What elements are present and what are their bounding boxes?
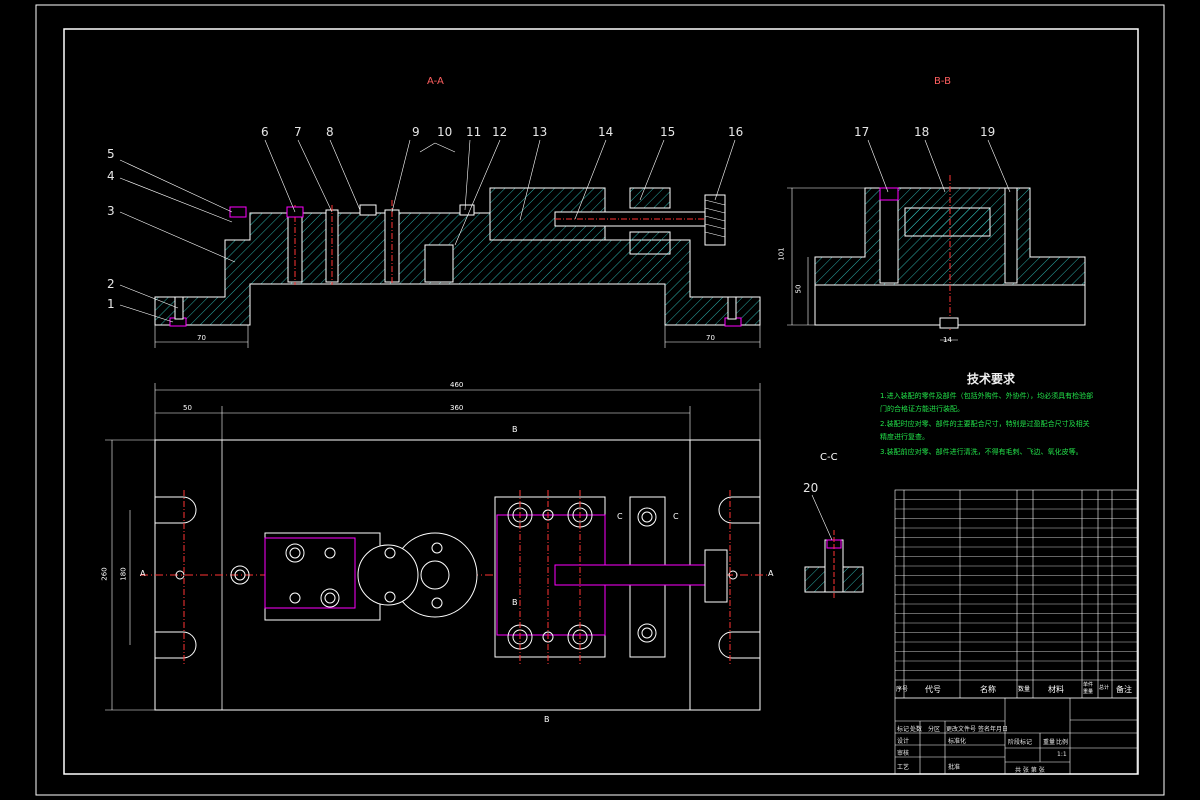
section-cc-view: [804, 494, 864, 600]
title-block-sheets: 共 张 第 张: [1015, 767, 1045, 774]
title-block-change-doc: 更改文件号: [946, 726, 977, 733]
bom-row-lines: [895, 499, 1137, 671]
dim-left-foot: 70: [197, 334, 206, 342]
section-bb-view: [787, 139, 1086, 341]
section-mark-a-left: A: [140, 569, 146, 578]
bom-header-code: 代号: [925, 685, 941, 694]
title-block-zone: 分区: [928, 726, 941, 733]
title-block-weight: 重量: [1043, 739, 1056, 746]
title-block-process: 工艺: [897, 764, 910, 771]
bom-header-total-weight: 总计: [1099, 685, 1110, 691]
title-block-date: 年月日: [990, 726, 1009, 733]
dim-bb-bottom: 14: [943, 336, 952, 344]
section-aa-view: [119, 139, 761, 348]
callout-11: 11: [466, 125, 482, 139]
callout-4: 4: [107, 169, 115, 183]
callout-17: 17: [854, 125, 870, 139]
plan-view: [105, 383, 770, 711]
callout-13: 13: [532, 125, 548, 139]
dim-inner-width: 360: [450, 404, 464, 412]
section-mark-c-left: C: [617, 512, 623, 521]
dim-total-width: 460: [450, 381, 464, 389]
bom-header-seq: 序号: [896, 686, 909, 693]
section-mark-a-right: A: [768, 569, 774, 578]
section-mark-b-bottom: B: [544, 715, 550, 724]
callout-12: 12: [492, 125, 508, 139]
callout-16: 16: [728, 125, 744, 139]
tech-req-line-1: 1.进入装配的零件及部件（包括外购件、外协件），均必须具有检验部门的合格证方能进…: [880, 392, 1094, 413]
title-block-count: 处数: [910, 726, 923, 733]
dim-bb-height: 101: [777, 247, 786, 261]
bom-header-material: 材料: [1048, 685, 1064, 694]
section-mark-c-right: C: [673, 512, 679, 521]
dim-total-height: 260: [100, 567, 109, 581]
title-block-stage: 阶段标记: [1008, 739, 1033, 746]
dim-right-foot: 70: [706, 334, 715, 342]
section-mark-b-top: B: [512, 425, 518, 434]
view-title-bb: B-B: [934, 76, 951, 87]
section-mark-b-mid: B: [512, 598, 518, 607]
callout-10: 10: [437, 125, 453, 139]
title-block-standardize: 标准化: [948, 738, 967, 745]
title-block-design: 设计: [897, 738, 910, 745]
title-block-scale-value: 1:1: [1057, 751, 1067, 758]
bom-header-note: 备注: [1116, 685, 1132, 694]
bom-header-name: 名称: [980, 685, 996, 694]
view-title-aa: A-A: [427, 76, 444, 87]
dim-bb-inner: 50: [794, 284, 803, 294]
callout-18: 18: [914, 125, 930, 139]
callout-2: 2: [107, 277, 115, 291]
title-block-scale: 比例: [1056, 739, 1069, 746]
dim-left-offset: 50: [183, 404, 192, 412]
callout-15: 15: [660, 125, 676, 139]
callout-9: 9: [412, 125, 420, 139]
title-block-approve: 批准: [948, 764, 961, 771]
callout-5: 5: [107, 147, 115, 161]
bom-header-qty: 数量: [1018, 686, 1031, 693]
tech-req-line-2: 2.装配时应对零、部件的主要配合尺寸，特别是过盈配合尺寸及相关精度进行复查。: [880, 420, 1090, 441]
callout-3: 3: [107, 204, 115, 218]
tech-req-line-3: 3.装配前应对零、部件进行清洗，不得有毛刺、飞边、氧化皮等。: [880, 448, 1083, 456]
callout-7: 7: [294, 125, 302, 139]
tech-req-title: 技术要求: [967, 372, 1016, 386]
title-block-mark: 标记: [897, 726, 910, 733]
callout-8: 8: [326, 125, 334, 139]
callout-6: 6: [261, 125, 269, 139]
callout-14: 14: [598, 125, 614, 139]
callout-1: 1: [107, 297, 115, 311]
dim-inner-height: 180: [119, 567, 128, 581]
callout-20: 20: [803, 481, 819, 495]
view-title-cc: C-C: [820, 452, 838, 463]
callout-19: 19: [980, 125, 996, 139]
bom-header-unit-weight: 单件重量: [1083, 682, 1094, 695]
title-block-review: 审核: [897, 750, 910, 757]
title-block-sign: 签名: [978, 726, 991, 733]
